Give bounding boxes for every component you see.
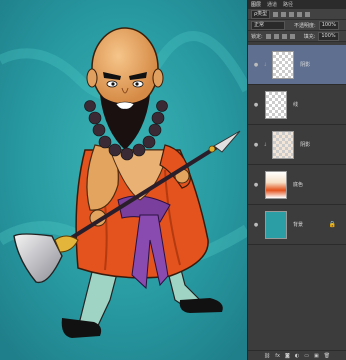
layer-thumbnail	[265, 170, 287, 199]
layer-thumbnail	[265, 90, 287, 119]
pixel-filter-icon[interactable]	[273, 11, 279, 17]
clip-arrow-icon: ↓	[263, 141, 268, 148]
lock-all-icon[interactable]	[289, 33, 295, 39]
layer-row[interactable]: ● ↓ 阴影	[248, 45, 346, 85]
new-layer-icon[interactable]: ▣	[314, 353, 319, 359]
layer-row[interactable]: ● 底色	[248, 165, 346, 205]
lock-row: 锁定: 填充: 100%	[248, 31, 346, 42]
group-icon[interactable]: ▭	[304, 353, 309, 359]
layer-thumbnail	[265, 210, 287, 239]
opacity-label: 不透明度:	[294, 22, 316, 29]
monk-illustration	[0, 0, 247, 360]
layer-name[interactable]: 线	[293, 101, 298, 108]
smart-filter-icon[interactable]	[305, 11, 311, 17]
eye-icon[interactable]: ●	[252, 142, 260, 148]
layer-name[interactable]: 阴影	[300, 141, 310, 148]
opacity-field[interactable]: 100%	[318, 20, 339, 30]
document-canvas[interactable]	[0, 0, 247, 360]
lock-icon: 🔒	[328, 221, 336, 228]
lock-transparent-icon[interactable]	[265, 33, 271, 39]
adjustment-icon[interactable]: ◐	[295, 353, 299, 359]
tab-paths[interactable]: 路径	[283, 1, 293, 8]
fx-icon[interactable]: fx	[275, 353, 280, 359]
eye-icon[interactable]: ●	[252, 62, 260, 68]
trash-icon[interactable]: 🗑	[324, 353, 330, 359]
blend-mode-select[interactable]: 正常	[251, 20, 285, 30]
layer-row[interactable]: ● 线	[248, 85, 346, 125]
link-icon[interactable]: ⛓	[264, 353, 270, 359]
fill-label: 填充:	[303, 33, 316, 40]
layer-name[interactable]: 背景	[293, 221, 303, 228]
eye-icon[interactable]: ●	[252, 182, 260, 188]
eye-icon[interactable]: ●	[252, 222, 260, 228]
blend-row: 正常 不透明度: 100%	[248, 20, 346, 31]
lock-label: 锁定:	[251, 33, 263, 40]
clip-arrow-icon: ↓	[263, 61, 268, 68]
shape-filter-icon[interactable]	[297, 11, 303, 17]
panel-tabs: 图层 通道 路径	[248, 0, 346, 9]
layer-row[interactable]: ● ↓ 阴影	[248, 125, 346, 165]
tab-layers[interactable]: 图层	[251, 1, 261, 8]
lock-pixels-icon[interactable]	[273, 33, 279, 39]
layer-name[interactable]: 底色	[293, 181, 303, 188]
mask-icon[interactable]: ◙	[285, 353, 290, 359]
kind-filter-select[interactable]: ρ类型	[251, 9, 271, 19]
filter-row: ρ类型	[248, 9, 346, 20]
eye-icon[interactable]: ●	[252, 102, 260, 108]
fill-field[interactable]: 100%	[318, 31, 339, 41]
panel-footer: ⛓ fx ◙ ◐ ▭ ▣ 🗑	[248, 350, 346, 360]
layer-name[interactable]: 阴影	[300, 61, 310, 68]
layers-panel: 图层 通道 路径 ρ类型 正常 不透明度: 100% 锁定: 填充: 100% …	[247, 0, 346, 360]
layer-list: ● ↓ 阴影 ● 线 ● ↓ 阴影 ● 底色 ● 背景 🔒	[248, 45, 346, 245]
type-filter-icon[interactable]	[289, 11, 295, 17]
layer-thumbnail	[272, 50, 295, 79]
tab-channels[interactable]: 通道	[267, 1, 277, 8]
layer-thumbnail	[272, 130, 295, 159]
adjustment-filter-icon[interactable]	[281, 11, 287, 17]
layer-row[interactable]: ● 背景 🔒	[248, 205, 346, 245]
lock-position-icon[interactable]	[281, 33, 287, 39]
